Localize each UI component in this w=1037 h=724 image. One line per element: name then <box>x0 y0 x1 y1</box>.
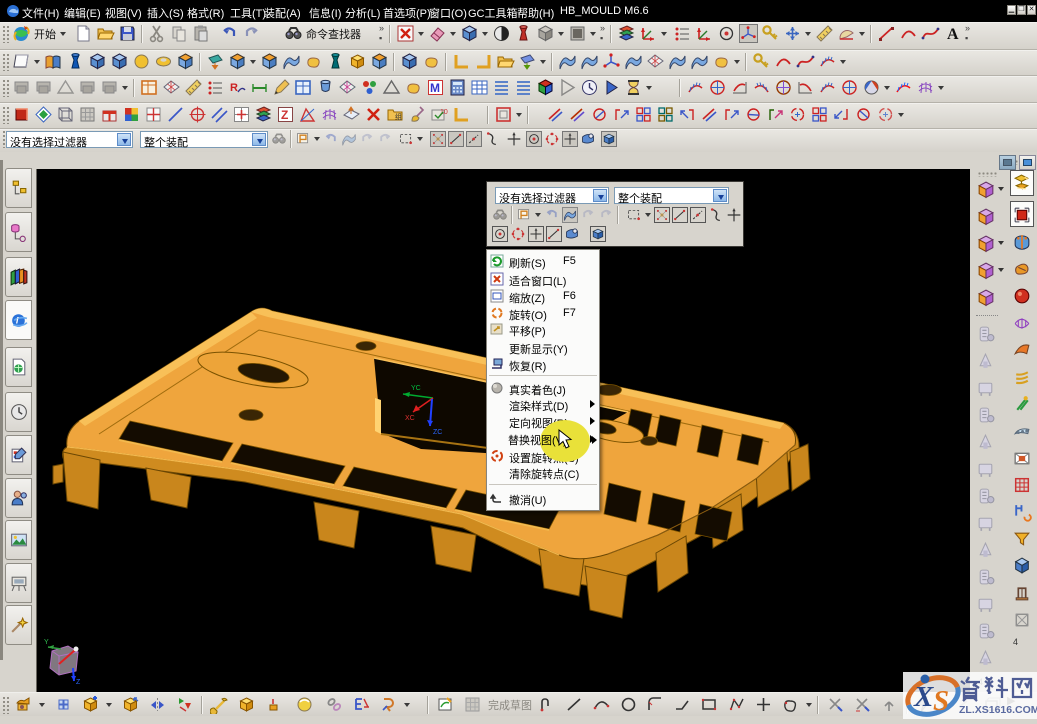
svg-text:Z: Z <box>76 679 81 686</box>
svg-text:S: S <box>933 685 949 717</box>
svg-text:YC: YC <box>411 385 421 392</box>
svg-text:XC: XC <box>405 415 415 422</box>
svg-text:Y: Y <box>44 639 49 646</box>
svg-text:ZL.XS1616.COM: ZL.XS1616.COM <box>959 704 1037 716</box>
svg-text:i: i <box>16 316 19 327</box>
svg-text:X: X <box>913 681 934 713</box>
svg-text:ZC: ZC <box>433 429 442 436</box>
